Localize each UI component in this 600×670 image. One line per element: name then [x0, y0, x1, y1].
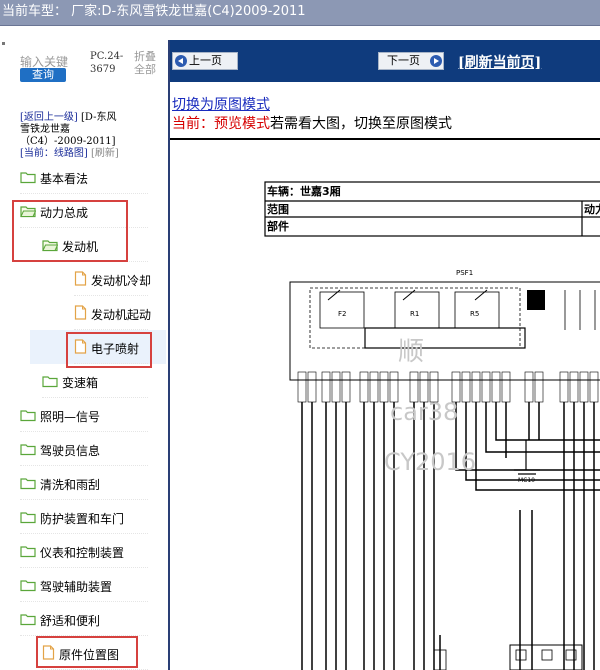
tree-item[interactable]: 变速箱 — [42, 368, 148, 398]
folder-icon — [20, 607, 36, 637]
collapse-line-1: 折叠 — [134, 50, 156, 63]
file-icon — [74, 335, 87, 365]
tree-item[interactable]: 驾驶员信息 — [20, 436, 148, 466]
bottom-connector — [509, 644, 583, 670]
tree-item-label: 驾驶辅助装置 — [40, 580, 113, 594]
folder-icon — [20, 437, 36, 467]
relay-label-1: F2 — [338, 310, 346, 318]
switch-mode-link[interactable]: 切换为原图模式 — [172, 94, 270, 114]
tree-item-label: 防护装置和车门 — [40, 512, 125, 526]
query-button[interactable]: 查询 — [20, 68, 66, 82]
next-page-button[interactable]: 下一页 — [378, 52, 444, 70]
tree-item[interactable]: 原件位置图 — [42, 640, 148, 670]
prev-page-button[interactable]: 上一页 — [172, 52, 238, 70]
nav-bar: 上一页 下一页 [刷新当前页] — [170, 40, 600, 82]
collapse-line-2: 全部 — [134, 63, 156, 76]
file-icon — [74, 301, 87, 331]
tree-item-label: 发动机冷却 — [91, 274, 152, 288]
prev-page-label: 上一页 — [189, 54, 222, 67]
arrow-right-icon — [430, 55, 442, 67]
folder-icon — [42, 369, 58, 399]
watermark-3: CY2016 — [384, 448, 476, 476]
tree-item[interactable]: 驾驶辅助装置 — [20, 572, 148, 602]
tree-item-label: 基本看法 — [40, 172, 89, 186]
next-page-label: 下一页 — [387, 54, 420, 67]
tree-item[interactable]: 照明—信号 — [20, 402, 148, 432]
search-area: 输入关键 查询 PC.24- 3679 折叠 全部 — [0, 40, 168, 90]
file-icon — [74, 267, 87, 297]
tree-item[interactable]: 动力总成 — [20, 198, 148, 228]
folder-icon — [20, 539, 36, 569]
mode-status-prefix: 当前：预览模式 — [172, 116, 270, 132]
tree-item-label: 电子喷射 — [91, 342, 140, 356]
wires — [301, 402, 600, 670]
tree-item[interactable]: 电子喷射 — [74, 334, 148, 364]
pc-code-line-1: PC.24- — [90, 51, 124, 62]
folder-icon — [20, 165, 36, 195]
collapse-all-button[interactable]: 折叠 全部 — [134, 50, 156, 76]
module-label: MC10 — [518, 477, 535, 484]
folder-icon — [20, 505, 36, 535]
tree-item-label: 舒适和便利 — [40, 614, 101, 628]
mode-status: 当前：预览模式若需看大图，切换至原图模式 — [172, 113, 452, 133]
vehicle-line-3: （C4）-2009-2011] — [20, 136, 116, 147]
current-page-label: [当前：线路图] — [20, 148, 88, 159]
tree-item-label: 清洗和雨刮 — [40, 478, 101, 492]
folder-icon — [20, 471, 36, 501]
refresh-link[interactable]: [刷新] — [91, 148, 119, 159]
vehicle-label: 车辆：世嘉3厢 — [267, 184, 341, 198]
tree-item[interactable]: 发动机冷却 — [74, 266, 152, 297]
tree-item-label: 发动机 — [62, 240, 99, 254]
range-value: 动力 — [584, 202, 600, 216]
main-content: 上一页 下一页 [刷新当前页] 切换为原图模式 当前：预览模式若需看大图，切换至… — [170, 40, 600, 670]
refresh-page-link[interactable]: [刷新当前页] — [458, 52, 541, 72]
part-label: 部件 — [267, 219, 289, 233]
tree-item-label: 照明—信号 — [40, 410, 101, 424]
window-title: 当前车型： 厂家:D-东风雪铁龙世嘉(C4)2009-2011 — [0, 0, 600, 26]
vehicle-line-1: [D-东风 — [81, 112, 117, 123]
tree-item-label: 驾驶员信息 — [40, 444, 101, 458]
tree-item[interactable]: 发动机 — [42, 232, 148, 262]
pc-code-line-2: 3679 — [90, 64, 116, 75]
ground-symbol — [514, 440, 540, 475]
pc-code: PC.24- 3679 — [90, 50, 123, 76]
folder-icon — [20, 403, 36, 433]
tree-item-label: 原件位置图 — [59, 648, 120, 662]
breadcrumb: [返回上一级] [D-东风 雪铁龙世嘉 （C4）-2009-2011] [当前：… — [20, 112, 165, 160]
fuse-box-label: PSF1 — [456, 269, 473, 277]
vehicle-line-2: 雪铁龙世嘉 — [20, 124, 70, 135]
folder-icon — [20, 573, 36, 603]
tree-item[interactable]: 防护装置和车门 — [20, 504, 148, 534]
tree-item[interactable]: 仪表和控制装置 — [20, 538, 148, 568]
tree-item[interactable]: 基本看法 — [20, 164, 148, 194]
file-icon — [42, 641, 55, 670]
watermark-2: car38 — [390, 398, 458, 426]
folder-open-icon — [42, 233, 59, 263]
relay-label-3: R5 — [470, 310, 479, 318]
fuse-box-outline — [289, 281, 600, 381]
tree-item-label: 动力总成 — [40, 206, 89, 220]
mode-status-suffix: 若需看大图，切换至原图模式 — [270, 116, 452, 132]
folder-open-icon — [20, 199, 37, 229]
range-label: 范围 — [267, 202, 289, 216]
relay-label-2: R1 — [410, 310, 419, 318]
tree-item-label: 变速箱 — [62, 376, 99, 390]
back-link[interactable]: [返回上一级] — [20, 112, 78, 123]
watermark-1: 顺 — [398, 337, 424, 367]
tree-item[interactable]: 清洗和雨刮 — [20, 470, 148, 500]
sidebar: 输入关键 查询 PC.24- 3679 折叠 全部 [返回上一级] [D-东风 … — [0, 40, 168, 670]
tree-item[interactable]: 发动机起动 — [74, 300, 152, 331]
arrow-left-icon — [175, 55, 187, 67]
wiring-diagram: 车辆：世嘉3厢 范围 动力 部件 PSF1 F2 R1 R5 — [264, 181, 600, 670]
tree-item-label: 仪表和控制装置 — [40, 546, 125, 560]
tree-item[interactable]: 舒适和便利 — [20, 606, 148, 636]
tree-item-label: 发动机起动 — [91, 308, 152, 322]
